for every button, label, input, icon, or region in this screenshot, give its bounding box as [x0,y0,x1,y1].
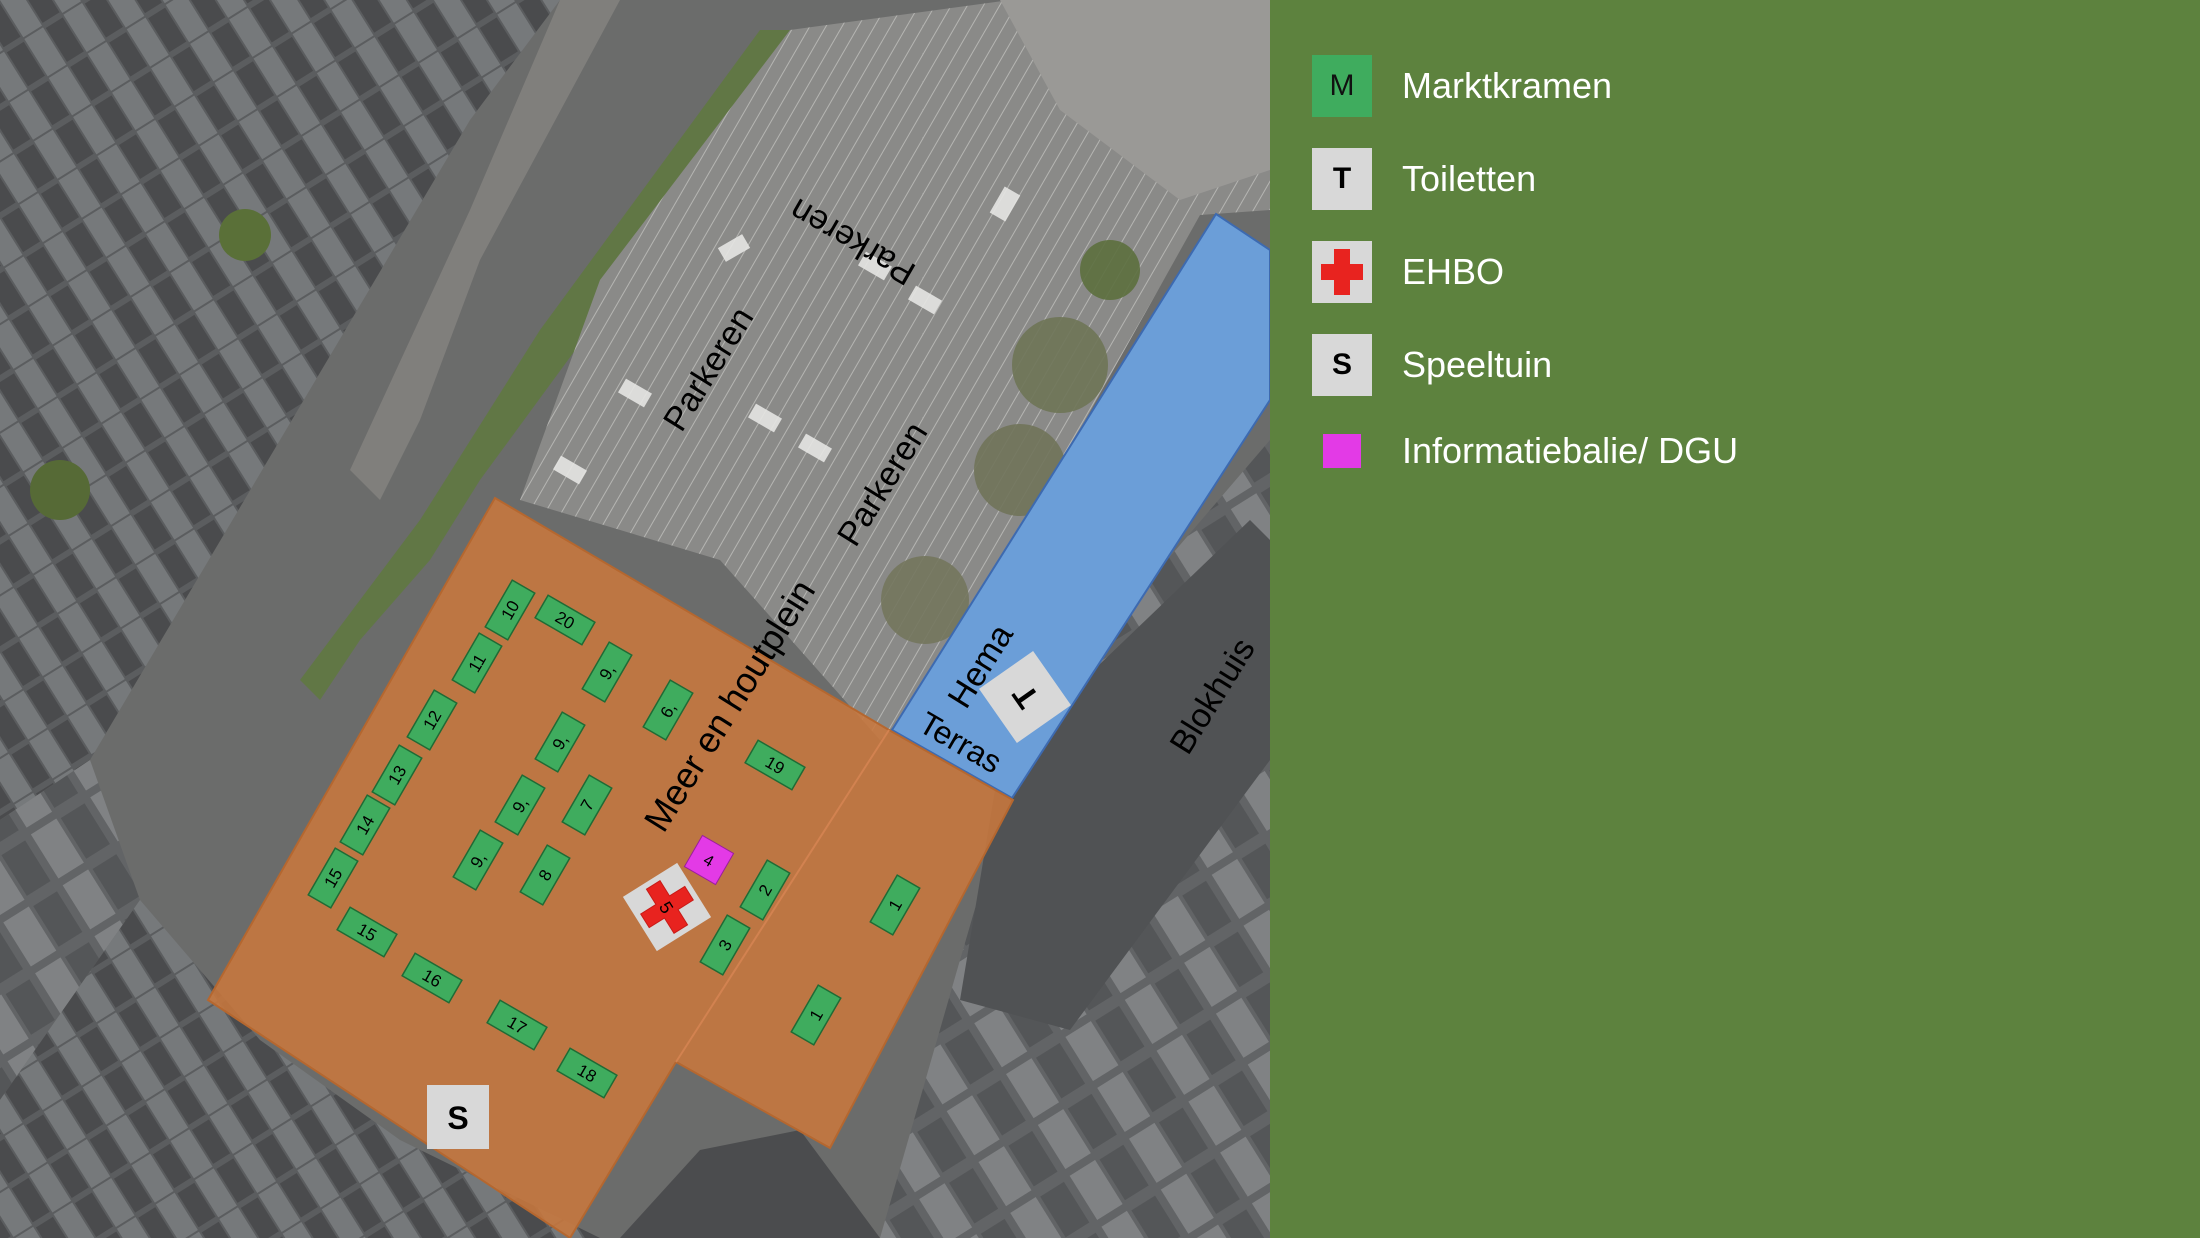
legend-item-speeltuin: S Speeltuin [1312,334,1552,396]
legend-item-ehbo: EHBO [1312,241,1504,303]
legend-label: EHBO [1402,251,1505,292]
legend-panel: M Marktkramen T Toiletten EHBO S Speeltu… [1270,0,2200,1238]
playground-marker: S [427,1085,489,1149]
svg-text:S: S [447,1100,468,1136]
legend-item-toiletten: T Toiletten [1312,148,1536,210]
legend-label: Toiletten [1402,158,1537,199]
red-cross-icon [1312,241,1372,303]
legend-item-informatiebalie: Informatiebalie/ DGU [1312,420,1738,482]
map-canvas: Parkeren Parkeren Parkeren Meer en houtp… [0,0,1270,1238]
playground-symbol: S [1312,334,1372,396]
aerial-map: Parkeren Parkeren Parkeren Meer en houtp… [0,0,1270,1238]
toilet-symbol: T [1312,148,1372,210]
legend-label: Speeltuin [1402,344,1553,385]
legend-label: Informatiebalie/ DGU [1402,430,1739,471]
legend-label: Marktkramen [1402,65,1613,106]
market-stall-symbol: M [1312,55,1372,117]
info-desk-icon [1312,420,1372,482]
legend-item-marktkramen: M Marktkramen [1312,55,1612,117]
